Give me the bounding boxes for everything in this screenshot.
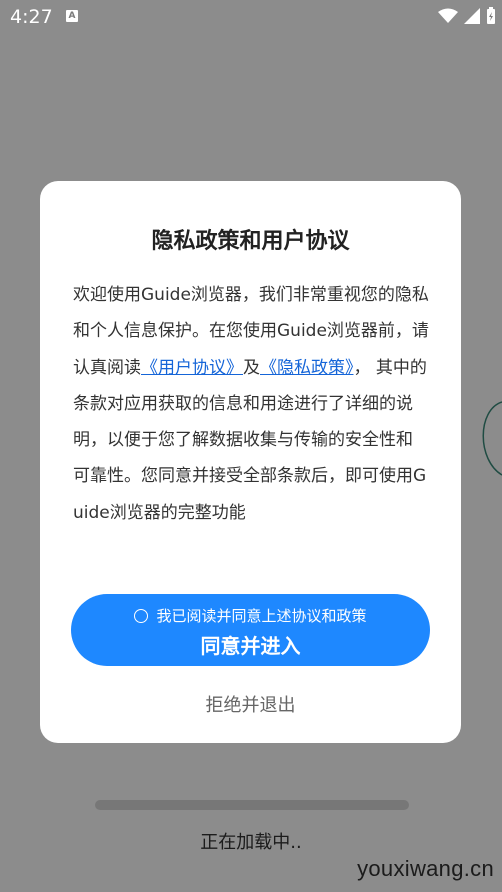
agree-button-label: 同意并进入 [200,634,301,658]
user-agreement-link[interactable]: 《用户协议》 [141,358,243,378]
agree-checkbox-row[interactable]: 我已阅读并同意上述协议和政策 [71,605,430,626]
agree-checkbox-label: 我已阅读并同意上述协议和政策 [156,607,367,625]
reject-and-exit-button[interactable]: 拒绝并退出 [40,691,461,717]
battery-icon [487,7,495,24]
agree-and-enter-button[interactable]: 我已阅读并同意上述协议和政策 同意并进入 [71,594,430,666]
status-bar: 4:27 A [0,0,502,34]
body-text-rest: ， 其中的条款对应用获取的信息和用途进行了详细的说明，以便于您了解数据收集与传输… [73,357,427,523]
signal-icon [464,8,480,24]
body-text-and: 及 [243,357,260,378]
privacy-policy-link[interactable]: 《隐私政策》 [260,358,354,378]
status-icons [438,7,496,25]
notification-icon: A [66,10,78,22]
status-time: 4:27 [10,6,53,28]
dialog-title: 隐私政策和用户协议 [151,229,350,254]
dialog-body: 欢迎使用Guide浏览器，我们非常重视您的隐私和个人信息保护。在您使用Guide… [73,277,429,531]
checkbox-circle-icon[interactable] [134,608,149,623]
privacy-dialog: 隐私政策和用户协议 欢迎使用Guide浏览器，我们非常重视您的隐私和个人信息保护… [40,181,461,743]
wifi-icon [438,8,458,23]
